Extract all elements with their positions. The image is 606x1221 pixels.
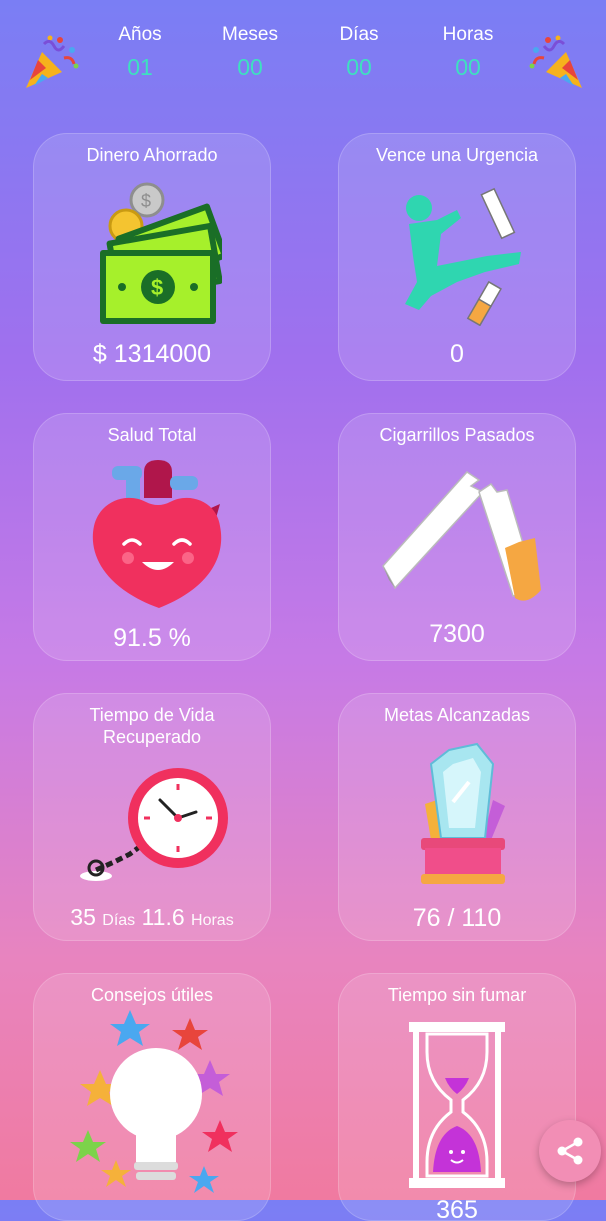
days-value: 35 (70, 904, 96, 930)
money-stack-icon: $ $ (100, 182, 222, 324)
card-value: 7300 (429, 620, 485, 648)
share-button[interactable] (539, 1120, 601, 1182)
card-value: 91.5 % (113, 624, 191, 652)
card-title-line: Recuperado (102, 727, 202, 747)
chained-clock-icon (80, 768, 228, 881)
card-title-line: Tiempo de Vida (89, 705, 215, 725)
counter-label: Meses (222, 24, 278, 45)
party-popper-icon (529, 35, 582, 88)
card-useful-tips[interactable]: Consejos útiles (33, 973, 271, 1221)
card-life-regained[interactable]: Tiempo de Vida Recuperado 35 Días 11.6 H… (33, 693, 271, 941)
card-value: 0 (450, 340, 464, 368)
card-title: Tiempo sin fumar (387, 985, 527, 1005)
card-total-health[interactable]: Salud Total 91.5 % (33, 413, 271, 661)
counter-label: Días (339, 24, 379, 45)
trophy-crystal-icon (421, 742, 505, 884)
hours-unit: Horas (191, 912, 234, 929)
card-title: Tiempo de Vida Recuperado (40, 704, 264, 748)
counter-value: 00 (346, 54, 372, 80)
counter-label: Horas (442, 24, 494, 45)
card-value: 35 Días 11.6 Horas (34, 904, 270, 931)
card-title: Vence una Urgencia (375, 145, 539, 165)
counter-hours: Horas 00 (418, 24, 518, 81)
days-unit: Días (102, 912, 136, 929)
hours-value: 11.6 (141, 904, 185, 930)
card-goals-reached[interactable]: Metas Alcanzadas 76 / 110 (338, 693, 576, 941)
counter-value: 01 (127, 54, 153, 80)
counter-value: 00 (455, 54, 481, 80)
card-title: Salud Total (107, 425, 197, 445)
card-title: Cigarrillos Pasados (379, 425, 535, 445)
counter-months: Meses 00 (200, 24, 300, 81)
heart-icon (92, 460, 222, 608)
card-smoke-free-time[interactable]: Tiempo sin fumar 365 (338, 973, 576, 1221)
card-money-saved[interactable]: Dinero Ahorrado $ $ $ 1314000 (33, 133, 271, 381)
counter-label: Años (118, 24, 162, 45)
card-cigarettes-passed[interactable]: Cigarrillos Pasados 7300 (338, 413, 576, 661)
counter-years: Años 01 (90, 24, 190, 81)
kick-cigarette-icon (405, 187, 521, 326)
card-value: $ 1314000 (92, 340, 212, 368)
broken-cigarette-icon (382, 471, 541, 601)
svg-text:$: $ (141, 191, 151, 211)
hourglass-icon (409, 1022, 505, 1188)
counter-days: Días 00 (309, 24, 409, 81)
party-popper-icon (26, 35, 79, 88)
svg-text:$: $ (151, 275, 163, 300)
card-title: Consejos útiles (90, 985, 214, 1005)
light-bulb-icon (70, 1010, 238, 1193)
card-title: Metas Alcanzadas (383, 705, 531, 725)
card-value: 76 / 110 (412, 904, 502, 932)
card-urge-beaten[interactable]: Vence una Urgencia 0 (338, 133, 576, 381)
card-title: Dinero Ahorrado (86, 145, 218, 165)
share-icon (557, 1137, 583, 1165)
counter-value: 00 (237, 54, 263, 80)
